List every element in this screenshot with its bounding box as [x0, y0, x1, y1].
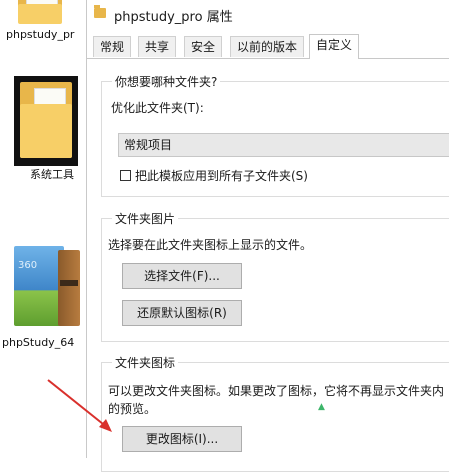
title-bar[interactable]: phpstudy_pro 属性 [87, 0, 449, 30]
group-title: 你想要哪种文件夹? [112, 73, 221, 90]
desktop-item-label: 系统工具 [30, 168, 74, 181]
desktop-folder-system-tools[interactable]: 系统工具 [0, 68, 86, 181]
choose-file-button[interactable]: 选择文件(F)... [122, 263, 242, 289]
installer-icon [14, 246, 64, 326]
restore-default-button[interactable]: 还原默认图标(R) [122, 300, 242, 326]
properties-window: phpstudy_pro 属性 常规 共享 安全 以前的版本 自定义 你想要哪种… [86, 0, 449, 472]
folder-icon [94, 5, 106, 18]
change-icon-button[interactable]: 更改图标(I)... [122, 426, 242, 452]
apply-subfolders-label: 把此模板应用到所有子文件夹(S) [135, 169, 308, 183]
tab-security[interactable]: 安全 [184, 36, 223, 57]
customize-panel: 你想要哪种文件夹? 优化此文件夹(T): 常规项目 把此模板应用到所有子文件夹(… [87, 59, 449, 472]
group-title: 文件夹图片 [112, 210, 179, 227]
folder-picture-group: 文件夹图片 选择要在此文件夹图标上显示的文件。 选择文件(F)... 还原默认图… [101, 210, 449, 342]
tab-sharing[interactable]: 共享 [138, 36, 177, 57]
desktop-folder-phpstudy[interactable]: phpstudy_pr [0, 0, 86, 46]
tab-general[interactable]: 常规 [93, 36, 132, 57]
apply-subfolders-checkbox[interactable] [120, 170, 131, 181]
tab-previous-versions[interactable]: 以前的版本 [230, 36, 305, 57]
optimize-label: 优化此文件夹(T): [111, 101, 204, 115]
group-title: 文件夹图标 [112, 354, 179, 371]
desktop-item-label: phpStudy_64 [2, 336, 75, 349]
box-text: 360 [18, 260, 38, 271]
desktop-item-phpstudy-installer[interactable]: 360 phpStudy_64 [0, 244, 86, 356]
icon-description-line2: 的预览。 [108, 402, 157, 416]
tab-customize[interactable]: 自定义 [309, 34, 360, 59]
folder-icon-group: 文件夹图标 可以更改文件夹图标。如果更改了图标，它将不再显示文件夹内 的预览。 … [101, 354, 449, 472]
icon-description-line1: 可以更改文件夹图标。如果更改了图标，它将不再显示文件夹内 [108, 384, 445, 398]
sparkle-icon: ▲ [318, 402, 325, 412]
window-title: phpstudy_pro 属性 [114, 10, 233, 25]
picture-description: 选择要在此文件夹图标上显示的文件。 [108, 238, 313, 252]
tab-bar: 常规 共享 安全 以前的版本 自定义 [87, 34, 449, 59]
optimize-group: 你想要哪种文件夹? 优化此文件夹(T): 常规项目 把此模板应用到所有子文件夹(… [101, 73, 449, 197]
desktop: phpstudy_pr 系统工具 360 phpStudy_64 [0, 0, 86, 458]
optimize-select[interactable]: 常规项目 [118, 133, 449, 157]
desktop-item-label: phpstudy_pr [6, 28, 75, 41]
